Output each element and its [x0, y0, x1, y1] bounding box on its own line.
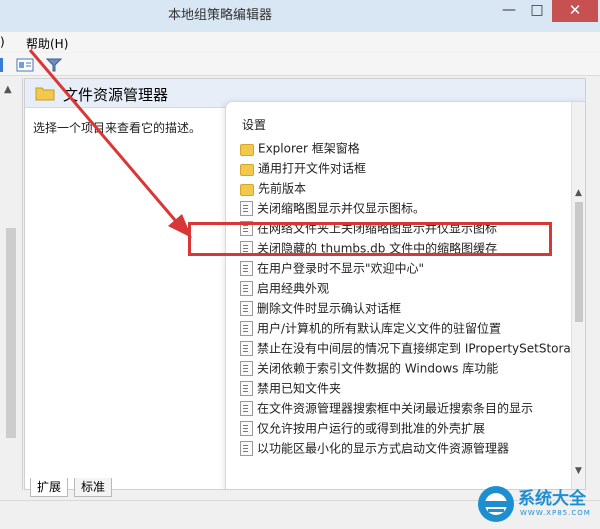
- policy-icon: [240, 301, 253, 316]
- settings-list: Explorer 框架窗格 通用打开文件对话框 先前版本关闭缩略图显示并仅显示图标。…: [240, 138, 570, 488]
- list-item-label: 在用户登录时不显示"欢迎中心": [257, 261, 425, 276]
- tab-standard[interactable]: 标准: [74, 478, 113, 497]
- watermark-url: WWW.XP85.COM: [520, 509, 591, 517]
- list-item-label: 启用经典外观: [257, 281, 330, 296]
- description-text: 选择一个项目来查看它的描述。: [33, 121, 202, 135]
- policy-icon: [240, 441, 253, 456]
- section-title: 文件资源管理器: [63, 86, 169, 104]
- list-item-label: 以功能区最小化的显示方式启动文件资源管理器: [257, 441, 510, 456]
- policy-icon: [240, 281, 253, 296]
- list-item-label: 关闭依赖于索引文件数据的 Windows 库功能: [257, 361, 499, 376]
- list-item-policy[interactable]: 关闭依赖于索引文件数据的 Windows 库功能: [240, 358, 498, 378]
- policy-icon: [240, 361, 253, 376]
- policy-icon: [240, 341, 253, 356]
- list-item-folder[interactable]: Explorer 框架窗格: [240, 138, 360, 158]
- chevron-up-icon[interactable]: ▲: [575, 188, 582, 198]
- group-policy-editor-window: 本地组策略编辑器 — □ ✕ ) 帮助(H) ▲ 文件资源管理器 选择一个项目来…: [0, 0, 600, 529]
- list-item-label: 用户/计算机的所有默认库定义文件的驻留位置: [257, 321, 502, 336]
- policy-icon: [240, 201, 253, 216]
- list-scrollbar[interactable]: ▲ ▼: [571, 102, 585, 489]
- list-item-policy[interactable]: 仅允许按用户运行的或得到批准的外壳扩展: [240, 418, 485, 438]
- filter-icon[interactable]: [45, 57, 63, 76]
- list-item-policy[interactable]: 在文件资源管理器搜索框中关闭最近搜索条目的显示: [240, 398, 533, 418]
- list-item-policy[interactable]: 禁用已知文件夹: [240, 378, 341, 398]
- policy-icon: [240, 261, 253, 276]
- close-button[interactable]: ✕: [552, 0, 598, 22]
- details-pane: 文件资源管理器 选择一个项目来查看它的描述。 设置 Explorer 框架窗格通…: [24, 78, 586, 490]
- list-item-label: 先前版本: [258, 181, 307, 196]
- left-tree-pane: ▲: [0, 78, 23, 490]
- tab-extended[interactable]: 扩展: [30, 478, 69, 497]
- list-item-policy[interactable]: 删除文件时显示确认对话框: [240, 298, 401, 318]
- view-tabs: 扩展 标准: [22, 478, 142, 498]
- chevron-up-icon[interactable]: ▲: [4, 84, 12, 95]
- folder-icon: [240, 183, 254, 196]
- window-title: 本地组策略编辑器: [167, 8, 272, 23]
- policy-icon: [240, 401, 253, 416]
- watermark: 系统大全 WWW.XP85.COM: [474, 480, 600, 528]
- column-header-settings[interactable]: 设置: [242, 116, 266, 133]
- list-item-policy[interactable]: 禁止在没有中间层的情况下直接绑定到 IPropertySetStora...: [240, 338, 570, 358]
- list-item-label: 禁用已知文件夹: [257, 381, 342, 396]
- list-item-policy[interactable]: 用户/计算机的所有默认库定义文件的驻留位置: [240, 318, 501, 338]
- list-item-label: 在文件资源管理器搜索框中关闭最近搜索条目的显示: [257, 401, 534, 416]
- chevron-down-icon[interactable]: ▼: [575, 466, 582, 476]
- watermark-logo-icon: [478, 486, 514, 522]
- view-icon[interactable]: [16, 57, 34, 76]
- list-scrollbar-thumb[interactable]: [575, 202, 583, 322]
- folder-icon: [240, 143, 254, 156]
- menu-bar: ) 帮助(H): [0, 32, 600, 52]
- policy-icon: [240, 421, 253, 436]
- left-scrollbar-thumb[interactable]: [6, 228, 16, 438]
- list-item-folder[interactable]: 通用打开文件对话框: [240, 158, 366, 178]
- maximize-button[interactable]: □: [524, 0, 550, 22]
- list-item-folder[interactable]: 先前版本: [240, 178, 306, 198]
- policy-icon: [240, 321, 253, 336]
- watermark-text: 系统大全: [518, 489, 586, 509]
- toolbar-edge-icon: [0, 57, 6, 76]
- list-item-label: 删除文件时显示确认对话框: [257, 301, 402, 316]
- settings-list-panel: 设置 Explorer 框架窗格 通用打开文件对话框 先前版本关闭缩略图显示并仅显示…: [225, 101, 585, 489]
- menu-item-help[interactable]: 帮助(H): [26, 35, 68, 52]
- minimize-button[interactable]: —: [496, 0, 522, 22]
- highlight-box: [188, 222, 552, 256]
- list-item-label: 通用打开文件对话框: [258, 161, 367, 176]
- title-bar: 本地组策略编辑器 — □ ✕: [0, 0, 600, 33]
- folder-icon: [35, 85, 55, 105]
- folder-icon: [240, 163, 254, 176]
- list-item-policy[interactable]: 启用经典外观: [240, 278, 329, 298]
- policy-icon: [240, 381, 253, 396]
- list-item-label: Explorer 框架窗格: [258, 141, 360, 156]
- list-item-policy[interactable]: 关闭缩略图显示并仅显示图标。: [240, 198, 425, 218]
- toolbar: [0, 53, 600, 76]
- list-item-label: 关闭缩略图显示并仅显示图标。: [257, 201, 426, 216]
- list-item-label: 禁止在没有中间层的情况下直接绑定到 IPropertySetStora...: [257, 341, 570, 356]
- list-item-policy[interactable]: 在用户登录时不显示"欢迎中心": [240, 258, 424, 278]
- list-item-label: 仅允许按用户运行的或得到批准的外壳扩展: [257, 421, 486, 436]
- list-item-policy[interactable]: 以功能区最小化的显示方式启动文件资源管理器: [240, 438, 509, 458]
- menu-item-view-partial[interactable]: ): [0, 35, 5, 49]
